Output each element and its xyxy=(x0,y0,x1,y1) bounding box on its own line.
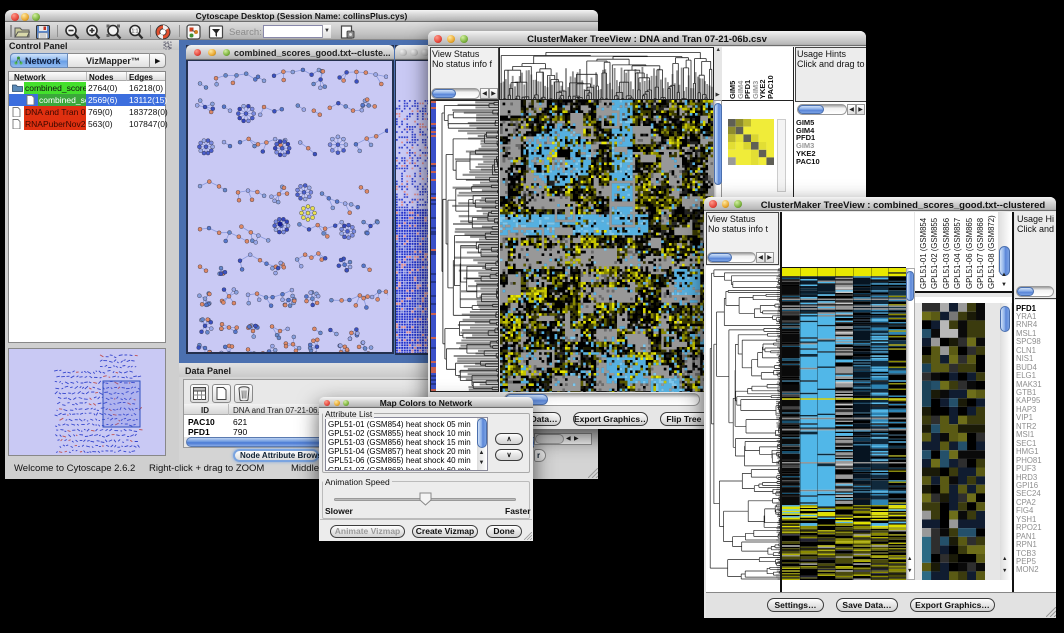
svg-text:1:1: 1:1 xyxy=(132,29,139,35)
